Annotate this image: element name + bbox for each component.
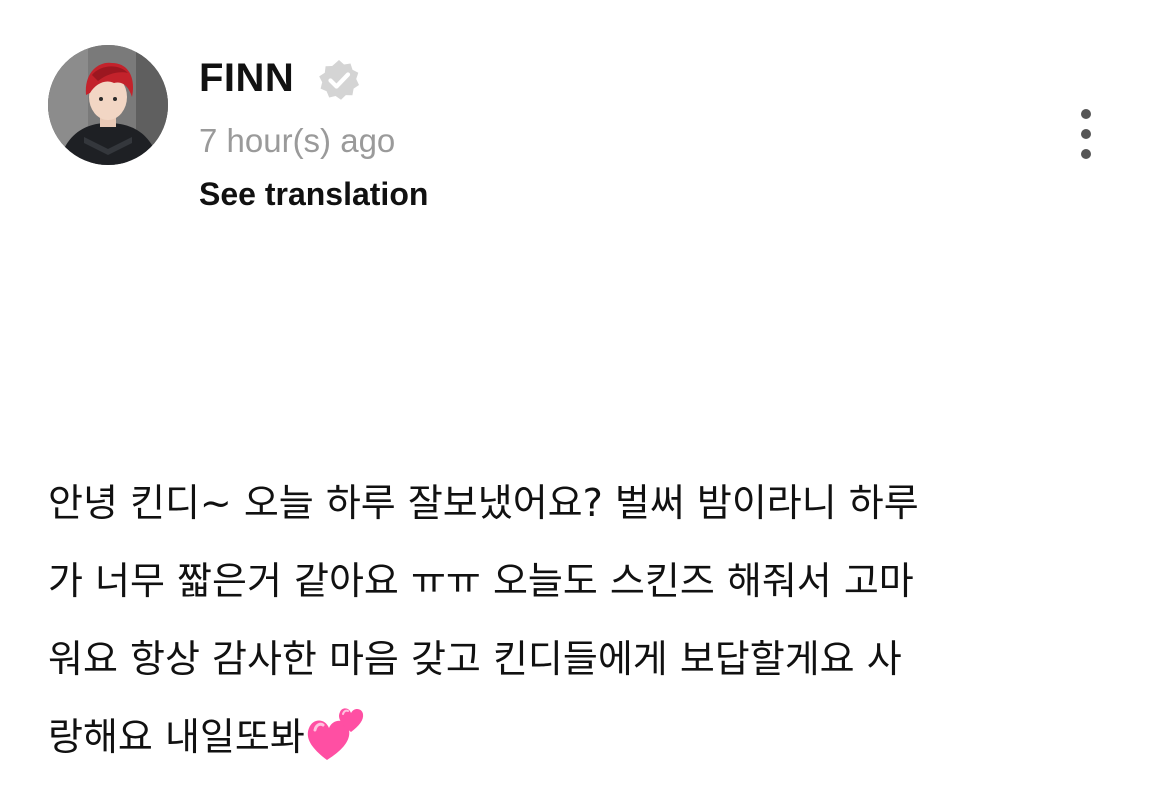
more-options-button[interactable]: [1064, 104, 1108, 164]
avatar-image: [48, 45, 168, 165]
post-body-line-last: 랑해요 내일또봐: [48, 698, 1128, 776]
post-body-line: 안녕 킨디~ 오늘 하루 잘보냈어요? 벌써 밤이라니 하루: [48, 481, 919, 525]
vertical-ellipsis-icon: [1081, 109, 1091, 119]
post-body-line-text: 랑해요 내일또봐: [48, 715, 305, 759]
verified-badge-icon: [316, 57, 362, 103]
post-body: 안녕 킨디~ 오늘 하루 잘보냈어요? 벌써 밤이라니 하루 가 너무 짧은거 …: [48, 464, 1128, 776]
vertical-ellipsis-icon-dot: [1081, 129, 1091, 139]
see-translation-link[interactable]: See translation: [199, 173, 428, 215]
post-body-line: 워요 항상 감사한 마음 갖고 킨디들에게 보답할게요 사: [48, 637, 902, 681]
two-hearts-icon: [307, 704, 369, 762]
vertical-ellipsis-icon-dot: [1081, 149, 1091, 159]
post-timestamp: 7 hour(s) ago: [199, 122, 396, 159]
post-body-line: 가 너무 짧은거 같아요 ㅠㅠ 오늘도 스킨즈 해줘서 고마: [48, 559, 914, 603]
author-name[interactable]: FINN: [199, 52, 294, 104]
post-card: FINN 7 hour(s) ago See translation 안녕 킨디…: [0, 0, 1169, 794]
author-avatar[interactable]: [48, 45, 168, 165]
